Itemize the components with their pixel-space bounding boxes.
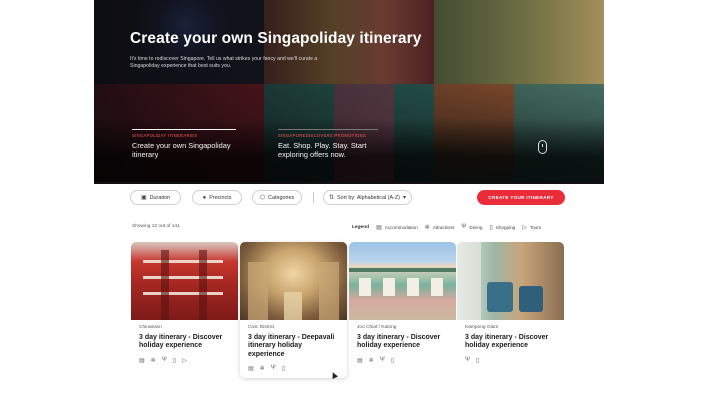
promo-kicker: Singapoliday itineraries — [132, 133, 198, 138]
dining-icon: Ψ — [161, 356, 167, 363]
itinerary-card[interactable]: Civic District 3 day itinerary - Deepava… — [240, 242, 347, 379]
hero-description: It's time to rediscover Singapore. Tell … — [130, 56, 318, 69]
card-district: Kampong Glam — [465, 325, 499, 330]
shopping-icon: ▯ — [390, 357, 395, 364]
precincts-filter-label: Precincts — [209, 194, 232, 201]
card-title: 3 day itinerary - Discover holiday exper… — [465, 334, 549, 350]
legend-label: Dining — [469, 224, 483, 230]
filter-bar: ▣ Duration ● Precincts ⬡ Categories ⇅ So… — [130, 190, 566, 206]
duration-filter-label: Duration — [149, 194, 171, 201]
bed-icon: ▤ — [248, 366, 254, 373]
promo-title: Create your own Singapoliday itinerary — [132, 141, 231, 159]
promo-active-indicator — [132, 129, 236, 130]
shopping-icon: ▯ — [476, 357, 480, 364]
shopping-icon: ▯ — [172, 357, 177, 364]
card-image-civic-district — [240, 242, 347, 320]
attraction-icon: ✲ — [259, 366, 265, 373]
card-district: Civic District — [248, 325, 275, 330]
dining-icon: Ψ — [270, 365, 276, 372]
location-pin-icon: ● — [202, 194, 207, 201]
chevron-down-icon: ▾ — [402, 195, 406, 201]
legend-label: Attractions — [432, 224, 455, 230]
card-image-kampong-glam — [457, 242, 564, 320]
calendar-icon: ▣ — [140, 195, 147, 201]
dining-icon: Ψ — [461, 224, 467, 230]
legend-item-dining: Ψ Dining — [461, 224, 482, 230]
legend-item-accommodation: ▤ Accommodation — [376, 224, 418, 231]
legend-item-shopping: ▯ Shopping — [489, 224, 515, 231]
bed-icon: ▤ — [357, 357, 363, 364]
card-title: 3 day itinerary - Discover holiday exper… — [139, 334, 223, 350]
legend-label: Tours — [529, 224, 542, 230]
precincts-filter-button[interactable]: ● Precincts — [192, 190, 242, 205]
sort-icon: ⇅ — [329, 195, 335, 201]
tours-icon: ▷ — [522, 224, 527, 231]
categories-filter-label: Categories — [268, 194, 295, 201]
legend-item-attractions: ✲ Attractions — [425, 224, 455, 231]
card-image-chinatown — [131, 242, 238, 320]
create-itinerary-button[interactable]: CREATE YOUR ITINERARY — [477, 190, 565, 205]
promo-indicator — [278, 129, 378, 130]
legend-label: Shopping — [495, 224, 516, 230]
promo-itinerary[interactable]: Singapoliday itineraries Create your own… — [132, 129, 247, 159]
card-image-joo-chiat — [349, 242, 456, 320]
shopping-icon: ▯ — [281, 366, 286, 373]
shopping-icon: ▯ — [489, 224, 493, 231]
attraction-icon: ✲ — [424, 224, 430, 231]
itinerary-card[interactable]: Chinatown 3 day itinerary - Discover hol… — [131, 242, 238, 370]
legend-title: Legend — [352, 224, 370, 230]
card-title: 3 day itinerary - Discover holiday exper… — [357, 334, 441, 350]
dining-icon: Ψ — [465, 356, 471, 363]
results-count: Showing 12 out of 141 — [132, 224, 180, 229]
duration-filter-button[interactable]: ▣ Duration — [130, 190, 181, 205]
page-title: Create your own Singapoliday itinerary — [130, 30, 422, 47]
tag-icon: ⬡ — [259, 195, 266, 201]
legend: Legend ▤ Accommodation ✲ Attractions Ψ D… — [352, 222, 541, 232]
sort-label: Sort by: Alphabetical (A-Z) — [337, 194, 400, 201]
attraction-icon: ✲ — [368, 357, 374, 364]
legend-item-tours: ▷ Tours — [522, 224, 541, 231]
tours-icon: ▷ — [182, 357, 187, 364]
sort-dropdown[interactable]: ⇅ Sort by: Alphabetical (A-Z) ▾ — [323, 190, 412, 205]
dining-icon: Ψ — [379, 356, 385, 363]
itinerary-card[interactable]: Kampong Glam 3 day itinerary - Discover … — [457, 242, 564, 370]
filter-divider — [313, 192, 314, 203]
categories-filter-button[interactable]: ⬡ Categories — [252, 190, 302, 205]
promo-title: Eat. Shop. Play. Stay. Start exploring o… — [278, 141, 367, 159]
bed-icon: ▤ — [376, 224, 382, 231]
attraction-icon: ✲ — [150, 357, 156, 364]
card-title: 3 day itinerary - Deepavali itinerary ho… — [248, 334, 335, 358]
hero-banner: Create your own Singapoliday itinerary I… — [94, 0, 604, 184]
scroll-down-icon[interactable] — [538, 140, 547, 154]
itinerary-card[interactable]: Joo Chiat / Katong 3 day itinerary - Dis… — [349, 242, 456, 370]
legend-label: Accommodation — [384, 224, 418, 230]
promo-kicker: SingapoRediscovers promotions — [278, 133, 367, 138]
card-district: Joo Chiat / Katong — [357, 325, 397, 330]
bed-icon: ▤ — [139, 357, 145, 364]
promo-offers[interactable]: SingapoRediscovers promotions Eat. Shop.… — [278, 129, 383, 159]
card-district: Chinatown — [139, 325, 162, 330]
